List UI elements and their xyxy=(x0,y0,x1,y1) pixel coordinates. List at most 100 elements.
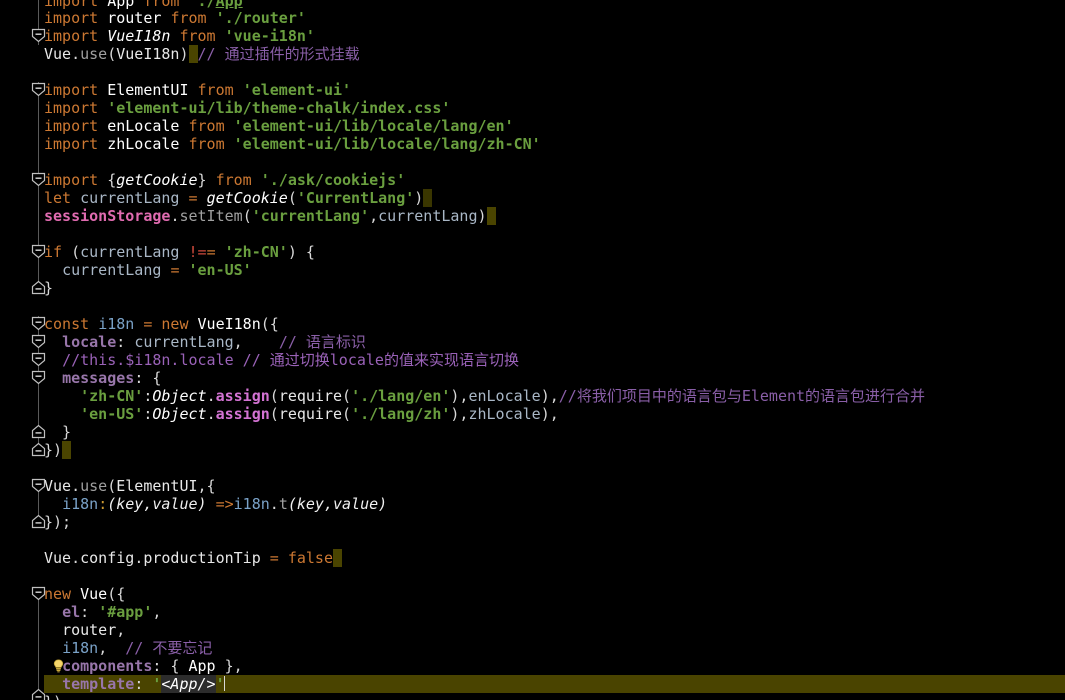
token-class: Object xyxy=(152,387,207,405)
code-line[interactable]: let currentLang = getCookie('CurrentLang… xyxy=(0,189,1065,207)
code-line[interactable]: }); xyxy=(0,513,1065,531)
token-string: 'element-ui' xyxy=(242,81,352,99)
token-class: Object xyxy=(152,405,207,423)
token-identifier: ElementUI xyxy=(107,81,189,99)
token-function: getCookie xyxy=(206,189,288,207)
token-method: t xyxy=(278,495,288,513)
token-keyword: import xyxy=(44,117,99,135)
code-line[interactable]: sessionStorage.setItem('currentLang',cur… xyxy=(0,207,1065,225)
token-identifier: router xyxy=(62,621,117,639)
code-line[interactable]: i18n, // 不要忘记 xyxy=(0,639,1065,657)
token-class: Vue xyxy=(80,585,108,603)
token-string: 'element-ui/lib/locale/lang/en' xyxy=(233,117,514,135)
code-line[interactable]: } xyxy=(0,279,1065,297)
code-line[interactable]: })_ xyxy=(0,441,1065,459)
token-global: sessionStorage xyxy=(44,207,171,225)
token-string: './lang/zh' xyxy=(351,405,451,423)
code-line[interactable]: new Vue({ xyxy=(0,585,1065,603)
token-keyword: import xyxy=(44,27,99,45)
code-line[interactable]: Vue.use(ElementUI,{ xyxy=(0,477,1065,495)
fold-collapse-icon[interactable] xyxy=(31,82,46,97)
token-variable: i18n xyxy=(62,639,99,657)
code-line[interactable]: locale: currentLang, // 语言标识 xyxy=(0,333,1065,351)
token-identifier: VueI18n xyxy=(116,45,180,63)
token-keyword: import xyxy=(44,9,99,27)
token-string: './ask/cookiejs' xyxy=(260,171,406,189)
code-line[interactable]: Vue.config.productionTip = false_ xyxy=(0,549,1065,567)
code-line[interactable]: import ElementUI from 'element-ui' xyxy=(0,81,1065,99)
token-parameter: (key,value) xyxy=(107,495,207,513)
fold-end-icon[interactable] xyxy=(31,424,46,439)
fold-end-icon[interactable] xyxy=(31,514,46,529)
code-line[interactable]: router, xyxy=(0,621,1065,639)
code-line[interactable]: import enLocale from 'element-ui/lib/loc… xyxy=(0,117,1065,135)
fold-collapse-icon[interactable] xyxy=(31,172,46,187)
fold-end-icon[interactable] xyxy=(31,688,46,700)
token-identifier: router xyxy=(107,9,162,27)
fold-end-icon[interactable] xyxy=(31,442,46,457)
fold-collapse-icon[interactable] xyxy=(31,478,46,493)
token-comment: //this.$i18n.locale // 通过切换locale的值来实现语言… xyxy=(62,351,519,369)
fold-collapse-icon[interactable] xyxy=(31,334,46,349)
code-line[interactable]: }) xyxy=(0,693,1065,700)
token-field: : xyxy=(98,495,108,513)
token-variable: i18n xyxy=(233,495,270,513)
code-line[interactable]: i18n:(key,value) =>i18n.t(key,value) xyxy=(0,495,1065,513)
token-method: use xyxy=(80,45,108,63)
token-string: 'vue-i18n' xyxy=(224,27,315,45)
code-line[interactable]: //this.$i18n.locale // 通过切换locale的值来实现语言… xyxy=(0,351,1065,369)
code-editor[interactable]: import App from './App' import router fr… xyxy=(0,0,1065,700)
token-parameter: (key,value) xyxy=(287,495,388,513)
fold-collapse-icon[interactable] xyxy=(31,352,46,367)
token-keyword: new xyxy=(44,585,72,603)
code-line[interactable]: 'en-US':Object.assign(require('./lang/zh… xyxy=(0,405,1065,423)
token-operator: != xyxy=(188,243,207,261)
code-line[interactable]: components: { App }, xyxy=(0,657,1065,675)
token-identifier: enLocale xyxy=(107,117,180,135)
token-comment: // 不要忘记 xyxy=(125,639,213,657)
code-line[interactable]: el: '#app', xyxy=(0,603,1065,621)
token-keyword: import xyxy=(44,81,99,99)
code-line[interactable]: import router from './router' xyxy=(0,9,1065,27)
token-keyword: import xyxy=(44,135,99,153)
code-line[interactable]: Vue.use(VueI18n)_// 通过插件的形式挂载 xyxy=(0,45,1065,63)
code-line[interactable]: import 'element-ui/lib/theme-chalk/index… xyxy=(0,99,1065,117)
token-boolean: false xyxy=(287,549,333,567)
token-operator: = xyxy=(188,189,198,207)
code-line[interactable]: messages: { xyxy=(0,369,1065,387)
token-operator: = xyxy=(269,549,279,567)
token-keyword: from xyxy=(170,9,207,27)
token-field: locale xyxy=(62,333,117,351)
fold-collapse-icon[interactable] xyxy=(31,244,46,259)
token-identifier: productionTip xyxy=(143,549,261,567)
fold-collapse-icon[interactable] xyxy=(31,586,46,601)
fold-collapse-icon[interactable] xyxy=(31,370,46,385)
text-caret xyxy=(223,676,225,691)
code-line[interactable]: const i18n = new VueI18n({ xyxy=(0,315,1065,333)
token-identifier: config xyxy=(80,549,135,567)
code-line[interactable]: currentLang = 'en-US' xyxy=(0,261,1065,279)
token-keyword: from xyxy=(215,171,252,189)
code-content[interactable]: import App from './App' import router fr… xyxy=(0,0,1065,700)
code-line[interactable]: import {getCookie} from './ask/cookiejs' xyxy=(0,171,1065,189)
lightbulb-icon[interactable] xyxy=(52,659,65,673)
token-identifier: zhLocale xyxy=(107,135,180,153)
token-identifier: Vue xyxy=(44,45,72,63)
fold-collapse-icon[interactable] xyxy=(31,316,46,331)
code-line-current[interactable]: template: '<App/>' xyxy=(0,675,1065,693)
code-line[interactable]: import VueI18n from 'vue-i18n' xyxy=(0,27,1065,45)
token-string: 'element-ui/lib/locale/lang/zh-CN' xyxy=(233,135,541,153)
token-keyword: new xyxy=(161,315,189,333)
token-function: require xyxy=(278,405,343,423)
token-keyword: from xyxy=(188,135,225,153)
fold-collapse-icon[interactable] xyxy=(31,28,46,43)
token-string: 'en-US' xyxy=(80,405,144,423)
fold-rail-segment xyxy=(38,82,39,182)
trailing-whitespace-marker: _ xyxy=(423,189,433,207)
code-line[interactable]: import zhLocale from 'element-ui/lib/loc… xyxy=(0,135,1065,153)
code-line[interactable]: if (currentLang !== 'zh-CN') { xyxy=(0,243,1065,261)
code-line[interactable]: 'zh-CN':Object.assign(require('./lang/en… xyxy=(0,387,1065,405)
fold-end-icon[interactable] xyxy=(31,280,46,295)
token-string: 'CurrentLang' xyxy=(296,189,415,207)
code-line[interactable]: } xyxy=(0,423,1065,441)
